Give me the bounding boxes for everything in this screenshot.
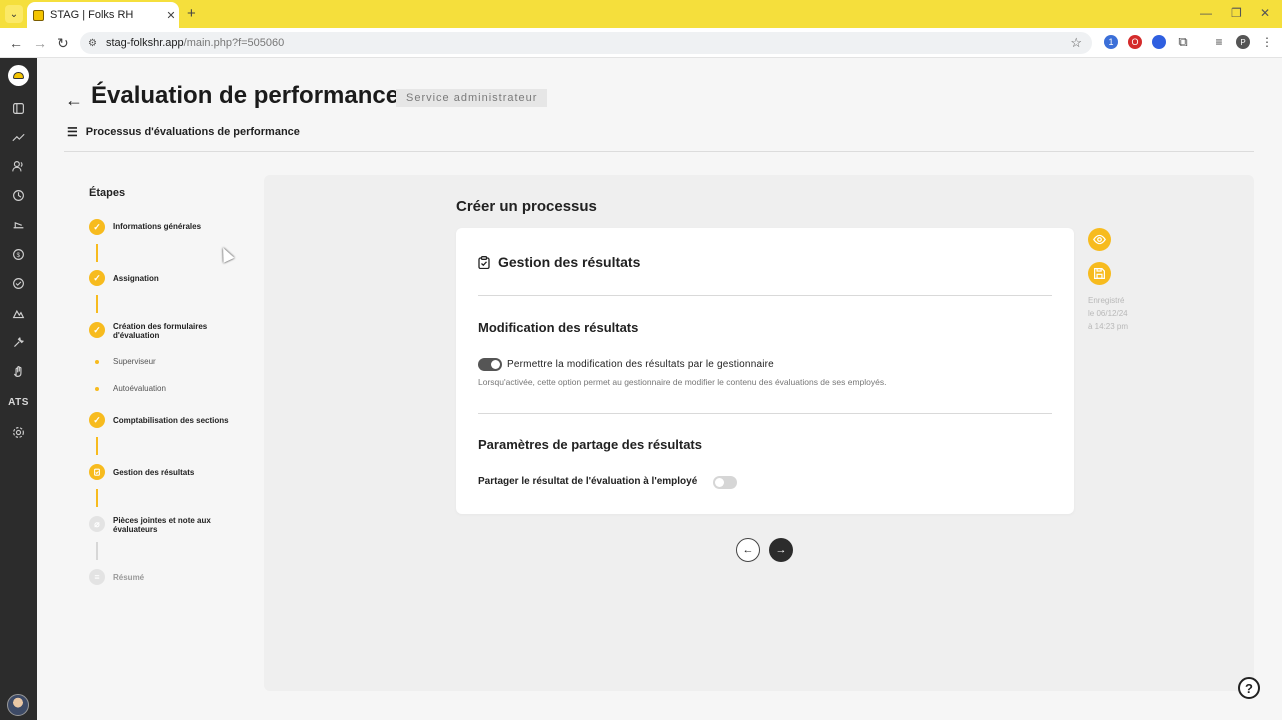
step-label[interactable]: Création des formulaires d'évaluation [113,322,223,340]
analytics-icon[interactable] [10,129,26,145]
step-label[interactable]: Comptabilisation des sections [113,416,243,425]
browser-menu-icon[interactable]: ⋮ [1260,35,1274,49]
process-list-label: Processus d'évaluations de performance [85,126,300,138]
tab-title: STAG | Folks RH [50,9,134,21]
eye-icon [1093,234,1106,245]
url-field[interactable]: ⚙ stag-folkshr.app /main.php?f=505060 ☆ [80,32,1092,54]
reload-icon[interactable]: ↻ [57,35,69,52]
minimize-icon[interactable]: — [1200,6,1212,20]
training-icon[interactable] [10,305,26,321]
list-icon: ☰ [67,125,78,139]
site-info-icon[interactable]: ⚙ [88,38,100,49]
header-divider [64,151,1254,152]
step-label[interactable]: Informations générales [113,222,243,231]
main-page: ← Évaluation de performance Service admi… [37,58,1282,720]
step-current-icon [89,464,105,480]
step-check-icon: ✓ [89,322,105,338]
step-connector [96,295,98,313]
step-label[interactable]: Pièces jointes et note aux évaluateurs [113,516,223,534]
hand-icon[interactable] [10,363,26,379]
share-toggle[interactable] [713,476,737,489]
results-card: Gestion des résultats Modification des r… [456,228,1074,514]
svg-text:$: $ [16,251,20,258]
steps-title: Étapes [89,187,126,199]
close-window-icon[interactable]: ✕ [1260,6,1270,20]
media-icon[interactable]: ≡ [1212,35,1226,49]
bookmark-star-icon[interactable]: ☆ [1070,35,1082,51]
step-connector [96,542,98,560]
extension-3-icon[interactable] [1152,35,1166,49]
browser-tab[interactable]: STAG | Folks RH ✕ [27,2,179,28]
employees-icon[interactable] [10,158,26,174]
substep-label[interactable]: Superviseur [113,357,156,366]
tab-search-button[interactable]: ⌄ [5,5,23,23]
back-arrow-icon[interactable]: ← [65,90,83,111]
next-step-button[interactable]: → [769,538,793,562]
restore-icon[interactable]: ❐ [1231,6,1242,20]
save-button[interactable] [1088,262,1111,285]
dashboard-icon[interactable] [10,100,26,116]
app-logo[interactable] [8,65,29,86]
preview-button[interactable] [1088,228,1111,251]
step-label[interactable]: Assignation [113,274,243,283]
card-divider [478,413,1052,414]
time-icon[interactable] [10,187,26,203]
step-label[interactable]: Gestion des résultats [113,468,243,477]
url-host: stag-folkshr.app [106,37,184,49]
share-option-label: Partager le résultat de l'évaluation à l… [478,476,698,487]
step-check-icon: ✓ [89,270,105,286]
step-check-icon: ✓ [89,412,105,428]
performance-icon[interactable] [10,275,26,291]
panel-title: Créer un processus [456,198,597,215]
page-title: Évaluation de performance [91,82,400,109]
saved-timestamp: Enregistré le 06/12/24 à 14:23 pm [1088,296,1129,331]
profile-avatar-icon[interactable]: P [1236,35,1250,49]
substep-dot [95,387,99,391]
new-tab-button[interactable]: + [187,5,196,22]
help-icon[interactable]: ? [1238,677,1260,699]
step-connector [96,244,98,262]
card-divider [478,295,1052,296]
process-list-link[interactable]: ☰ Processus d'évaluations de performance [67,125,300,139]
process-panel: Créer un processus Gestion des résultats… [264,175,1254,691]
summary-icon: ≡ [89,569,105,585]
substep-label[interactable]: Autoévaluation [113,384,166,393]
forward-icon[interactable]: → [33,35,47,51]
extension-2-icon[interactable]: O [1128,35,1142,49]
url-path: /main.php?f=505060 [183,37,285,49]
payroll-icon[interactable]: $ [10,246,26,262]
section-title-modification: Modification des résultats [478,320,639,335]
card-header: Gestion des résultats [478,254,640,270]
step-label[interactable]: Résumé [113,573,243,582]
address-bar-row: ← → ↻ ⚙ stag-folkshr.app /main.php?f=505… [0,28,1282,58]
previous-step-button[interactable]: ← [736,538,760,562]
paperclip-icon: ⌀ [89,516,105,532]
extensions-puzzle-icon[interactable]: ⧉ [1176,34,1190,49]
user-avatar[interactable] [7,694,29,716]
ats-link[interactable]: ATS [0,397,37,408]
close-tab-icon[interactable]: ✕ [163,9,179,22]
browser-tab-bar: ⌄ STAG | Folks RH ✕ + — ❐ ✕ [0,0,1282,28]
card-title: Gestion des résultats [498,254,641,270]
save-icon [1094,268,1105,279]
extension-1-icon[interactable]: 1 [1104,35,1118,49]
clipboard-check-icon [478,255,490,269]
step-connector [96,437,98,455]
tools-icon[interactable] [10,334,26,350]
back-icon[interactable]: ← [9,35,23,51]
modification-toggle[interactable] [478,358,502,371]
modification-option-label: Permettre la modification des résultats … [507,359,774,370]
leave-icon[interactable] [10,216,26,232]
step-check-icon: ✓ [89,219,105,235]
modification-help-text: Lorsqu'activée, cette option permet au g… [478,377,887,387]
section-title-sharing: Paramètres de partage des résultats [478,437,702,452]
settings-icon[interactable] [10,424,26,440]
app-sidebar: $ ATS [0,58,37,720]
step-connector [96,489,98,507]
substep-dot [95,360,99,364]
favicon-icon [33,9,44,21]
role-badge: Service administrateur [396,89,548,107]
